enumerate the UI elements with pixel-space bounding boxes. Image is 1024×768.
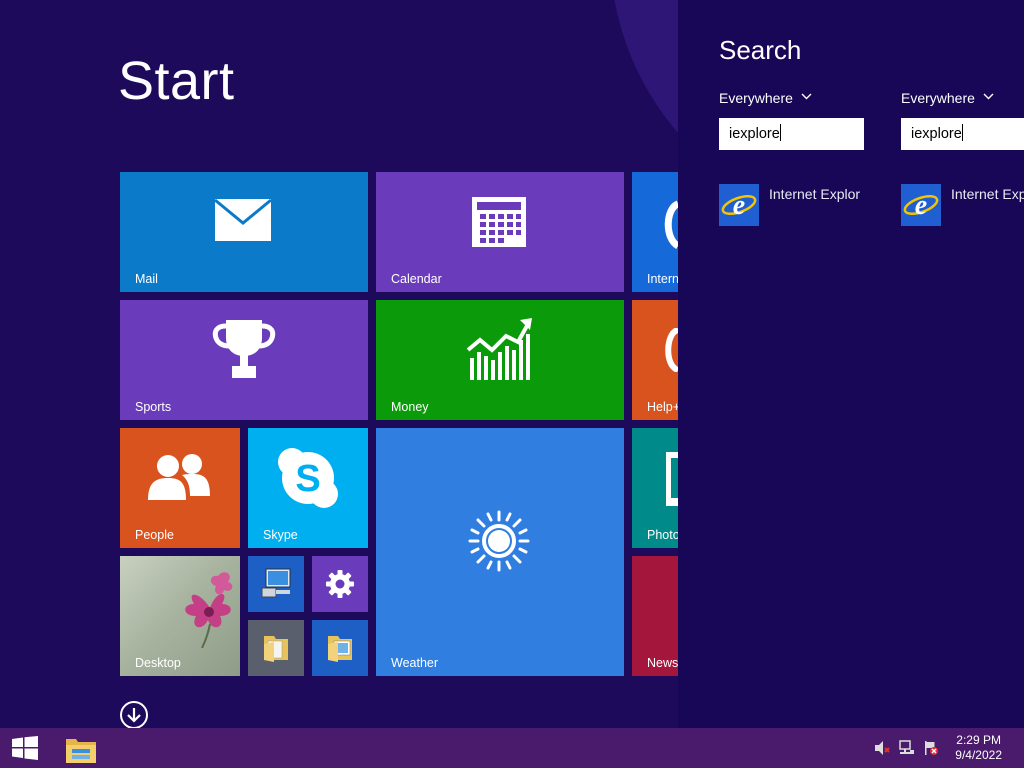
tile-people[interactable]: People bbox=[120, 428, 240, 548]
arrow-down-icon bbox=[127, 708, 141, 723]
system-clock[interactable]: 2:29 PM 9/4/2022 bbox=[955, 733, 1002, 763]
folder-icon bbox=[264, 636, 288, 662]
sun-icon bbox=[468, 510, 530, 572]
chart-icon bbox=[466, 318, 532, 380]
computer-icon bbox=[261, 568, 291, 598]
tile-desktop[interactable]: Desktop bbox=[120, 556, 240, 676]
internet-explorer-icon: e bbox=[901, 184, 941, 226]
tile-file-explorer[interactable] bbox=[248, 620, 304, 676]
svg-text:S: S bbox=[295, 458, 320, 500]
tile-help[interactable]: Help+ bbox=[632, 300, 678, 420]
tile-news[interactable]: News bbox=[632, 556, 678, 676]
tile-calendar[interactable]: Calendar bbox=[376, 172, 624, 292]
gear-icon bbox=[326, 570, 354, 598]
tile-label: People bbox=[135, 528, 174, 542]
tile-label: Mail bbox=[135, 272, 158, 286]
search-result-item[interactable]: e Internet Explor bbox=[719, 182, 869, 226]
tile-label: Weather bbox=[391, 656, 439, 670]
internet-explorer-icon bbox=[664, 200, 678, 250]
chevron-down-icon bbox=[983, 87, 994, 103]
action-center-flag-icon[interactable] bbox=[923, 740, 939, 756]
calendar-icon bbox=[472, 197, 526, 247]
search-scope-label: Everywhere bbox=[719, 90, 793, 106]
search-scope-dropdown[interactable]: Everywhere bbox=[719, 87, 812, 106]
file-explorer-icon[interactable] bbox=[64, 733, 98, 765]
tile-label: Calendar bbox=[391, 272, 442, 286]
svg-text:e: e bbox=[733, 190, 745, 221]
tile-photos[interactable]: Photo bbox=[632, 428, 678, 548]
search-pane: Search Everywhere iexplore e Internet Ex… bbox=[678, 0, 1024, 728]
tile-mail[interactable]: Mail bbox=[120, 172, 368, 292]
flower-wallpaper-image bbox=[185, 572, 233, 648]
skype-icon: S bbox=[278, 448, 338, 508]
clock-time: 2:29 PM bbox=[956, 733, 1001, 747]
start-title: Start bbox=[118, 51, 235, 111]
internet-explorer-icon: e bbox=[719, 184, 759, 226]
help-icon bbox=[665, 328, 678, 372]
tile-label: Sports bbox=[135, 400, 172, 414]
tile-weather[interactable]: Weather bbox=[376, 428, 624, 676]
trophy-icon bbox=[212, 320, 276, 378]
volume-muted-icon[interactable] bbox=[874, 740, 890, 756]
search-scope-dropdown[interactable]: Everywhere bbox=[901, 87, 994, 106]
tile-label: Money bbox=[391, 400, 429, 414]
tile-label: Skype bbox=[263, 528, 298, 542]
mail-icon bbox=[214, 198, 272, 241]
tile-label: Photo bbox=[647, 528, 678, 542]
search-input[interactable]: iexplore bbox=[719, 118, 864, 150]
pictures-folder-icon bbox=[328, 636, 352, 662]
tile-this-pc[interactable] bbox=[248, 556, 304, 612]
search-query: iexplore bbox=[911, 126, 962, 142]
text-cursor bbox=[779, 124, 781, 141]
tile-label: Intern bbox=[647, 272, 678, 286]
search-result-item[interactable]: e Internet Exp bbox=[901, 182, 1024, 226]
search-scope-label: Everywhere bbox=[901, 90, 975, 106]
tile-label: Desktop bbox=[135, 656, 181, 670]
clock-date: 9/4/2022 bbox=[955, 748, 1002, 762]
search-result-label: Internet Explor bbox=[769, 186, 861, 202]
network-icon[interactable] bbox=[899, 740, 915, 756]
tile-internet-explorer[interactable]: Intern bbox=[632, 172, 678, 292]
photos-icon bbox=[666, 452, 678, 506]
taskbar: 2:29 PM 9/4/2022 bbox=[0, 728, 1024, 768]
search-input[interactable]: iexplore bbox=[901, 118, 1024, 150]
search-result-label: Internet Exp bbox=[951, 186, 1024, 202]
tile-pc-settings[interactable] bbox=[312, 556, 368, 612]
svg-text:e: e bbox=[915, 190, 927, 221]
tile-photos-library[interactable] bbox=[312, 620, 368, 676]
tile-sports[interactable]: Sports bbox=[120, 300, 368, 420]
tile-money[interactable]: Money bbox=[376, 300, 624, 420]
tile-skype[interactable]: S Skype bbox=[248, 428, 368, 548]
people-icon bbox=[148, 454, 210, 500]
text-cursor bbox=[961, 124, 963, 141]
search-query: iexplore bbox=[729, 126, 780, 142]
chevron-down-icon bbox=[801, 87, 812, 103]
search-title: Search bbox=[719, 35, 802, 65]
tile-label: Help+ bbox=[647, 400, 678, 414]
tile-label: News bbox=[647, 656, 678, 670]
all-apps-button[interactable] bbox=[120, 701, 148, 728]
windows-logo-icon[interactable] bbox=[12, 736, 38, 760]
